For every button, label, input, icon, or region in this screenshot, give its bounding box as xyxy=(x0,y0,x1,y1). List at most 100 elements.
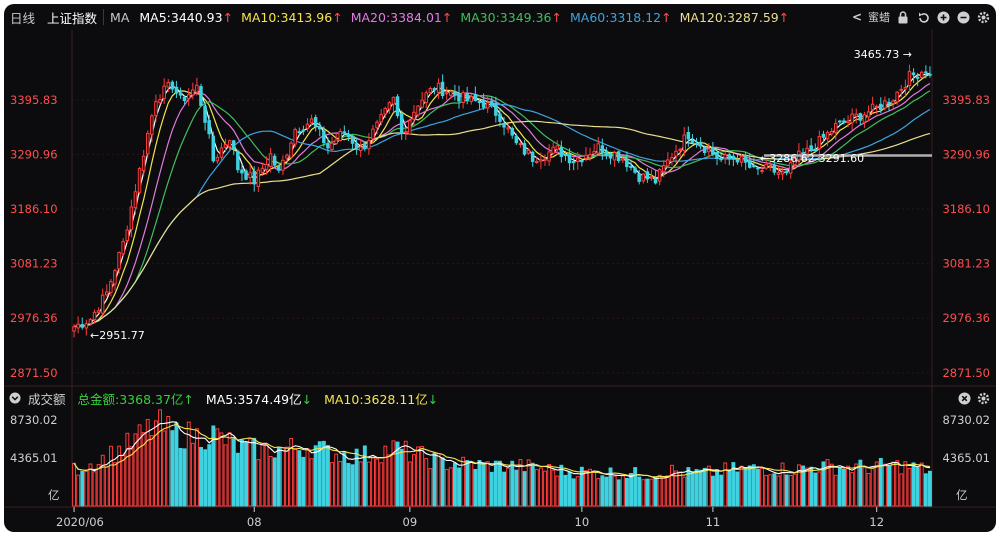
index-name[interactable]: 上证指数 xyxy=(41,8,103,27)
x-tick-label: 08 xyxy=(247,515,262,529)
candle xyxy=(866,111,871,118)
candle xyxy=(621,158,625,161)
volume-bar xyxy=(895,460,900,507)
candle xyxy=(170,81,175,90)
volume-bar xyxy=(272,457,277,507)
volume-bar xyxy=(223,444,228,507)
volume-bar xyxy=(326,445,330,507)
volume-bar xyxy=(203,449,208,507)
lock-icon[interactable] xyxy=(896,10,910,24)
down-arrow: ↑ xyxy=(183,391,194,407)
candle xyxy=(391,96,396,105)
volume-bar xyxy=(575,476,580,507)
ma-legend-item[interactable]: MA5:3440.93↑ xyxy=(135,10,237,25)
candle xyxy=(436,82,441,93)
candle xyxy=(178,92,183,96)
candle xyxy=(162,85,166,99)
candle xyxy=(600,145,605,154)
volume-bar xyxy=(403,440,408,507)
volume-bar xyxy=(596,478,601,507)
volume-bar xyxy=(768,474,773,507)
volume-bar xyxy=(227,432,232,507)
candle xyxy=(498,113,502,122)
candle xyxy=(416,105,420,116)
candle xyxy=(461,92,465,103)
ma-legend-item[interactable]: MA30:3349.36↑ xyxy=(456,10,566,25)
candle xyxy=(371,128,375,140)
candle xyxy=(817,136,822,150)
volume-bar xyxy=(510,460,515,507)
price-tick-right: 3081.23 xyxy=(942,257,990,271)
candle xyxy=(813,148,817,152)
volume-bar xyxy=(166,416,171,507)
candle xyxy=(899,88,903,91)
ma-legend-text: MA120:3287.59 xyxy=(679,9,779,25)
chevron-down-icon[interactable] xyxy=(8,391,22,405)
volume-bar xyxy=(563,474,568,507)
candle xyxy=(113,270,117,285)
undo-icon[interactable] xyxy=(916,10,930,24)
volume-bar xyxy=(252,437,257,507)
volume-bar xyxy=(309,458,314,507)
candle xyxy=(477,101,482,103)
period-label[interactable]: 日线 xyxy=(4,8,41,27)
ma-legend: MA5:3440.93↑ MA10:3413.96↑ MA20:3384.01↑ MA… xyxy=(135,10,793,25)
volume-bar xyxy=(694,469,699,507)
volume-bar xyxy=(182,448,187,507)
candle xyxy=(723,154,727,159)
zoom-out-icon[interactable] xyxy=(956,10,970,24)
candle xyxy=(903,87,908,90)
ma-label[interactable]: MA xyxy=(104,10,135,25)
volume-bar xyxy=(305,448,310,507)
candle xyxy=(440,81,445,97)
candle xyxy=(604,151,609,155)
volume-bar xyxy=(637,476,642,507)
candle xyxy=(281,159,285,171)
volume-bar xyxy=(833,474,838,507)
volume-bar xyxy=(125,432,130,507)
collapse-button[interactable]: < xyxy=(852,10,862,24)
volume-bar xyxy=(842,469,846,507)
candle xyxy=(346,134,351,138)
volume-unit-left: 亿 xyxy=(48,488,60,502)
zoom-in-icon[interactable] xyxy=(936,10,950,24)
candle xyxy=(776,172,781,175)
candle xyxy=(420,99,424,108)
volume-bar xyxy=(391,440,396,507)
volume-bar xyxy=(919,462,924,507)
gear-icon[interactable] xyxy=(976,391,990,405)
price-tick-left: 3081.23 xyxy=(10,257,58,271)
volume-bar xyxy=(477,460,482,507)
candle xyxy=(915,76,920,79)
candle xyxy=(154,100,158,116)
volume-tick-left: 4365.01 xyxy=(10,451,58,465)
gear-icon[interactable] xyxy=(976,10,990,24)
volume-bar xyxy=(297,450,302,507)
volume-bar xyxy=(837,467,842,507)
candle xyxy=(719,158,723,161)
volume-title[interactable]: 成交额 xyxy=(22,389,72,408)
x-tick-label: 2020/06 xyxy=(56,515,104,529)
volume-bar xyxy=(928,470,932,507)
candle xyxy=(846,120,850,123)
settings-label[interactable]: 蜜蜡 xyxy=(868,9,890,25)
candle xyxy=(768,164,772,167)
volume-bar xyxy=(395,441,400,507)
ma-legend-item[interactable]: MA60:3318.12↑ xyxy=(566,10,676,25)
volume-bar xyxy=(362,445,367,507)
ma-legend-item[interactable]: MA10:3413.96↑ xyxy=(237,10,347,25)
ma-legend-item[interactable]: MA120:3287.59↑ xyxy=(676,10,794,25)
volume-total-text: 总金额:3368.37亿 xyxy=(77,391,184,407)
candle xyxy=(834,122,838,133)
candle xyxy=(510,128,514,136)
candle xyxy=(735,159,740,163)
close-icon[interactable] xyxy=(957,391,971,405)
candlestick-chart[interactable]: 3465.73 → ←2951.77 ←3286.62-3291.60 3395.83… xyxy=(4,4,996,532)
candle xyxy=(555,145,559,150)
candle xyxy=(96,310,101,313)
candle xyxy=(453,91,457,96)
candle xyxy=(883,100,887,109)
ma-legend-item[interactable]: MA20:3384.01↑ xyxy=(347,10,457,25)
ma-legend-text: MA30:3349.36 xyxy=(460,9,552,25)
x-tick-label: 11 xyxy=(706,515,721,529)
